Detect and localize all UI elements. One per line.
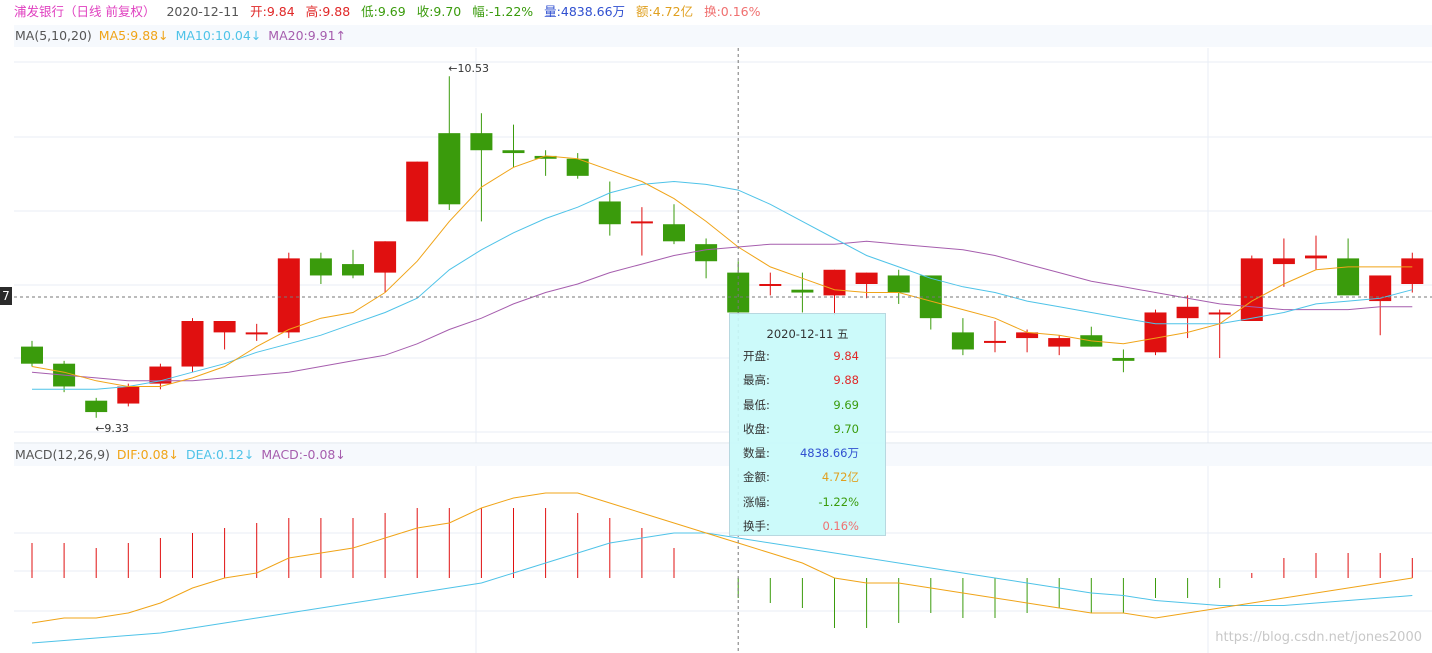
tooltip-label: 最高: [743,373,770,388]
candle-body [1144,312,1167,353]
candle-body [1240,258,1263,321]
dea-line [31,532,1413,644]
tooltip-label: 最低: [743,397,770,412]
dea-legend: DEA:0.12↓ [185,447,255,462]
candle-body [406,161,429,222]
watermark: https://blog.csdn.net/jones2000 [1215,630,1422,645]
candle-body [1048,338,1071,347]
candle-body [470,133,493,151]
tooltip-label: 数量: [743,446,770,461]
candle-body [502,150,525,154]
tooltip-row-low: 最低: 9.69 [730,393,885,417]
candle-body [438,133,461,205]
ma10-legend: MA10:10.04↓ [175,28,262,43]
stock-name: 浦发银行（日线 前复权） [14,4,156,19]
candle-body [598,201,621,225]
tooltip-value: 9.84 [833,349,859,363]
quote-open: 开:9.84 [250,4,295,19]
quote-date: 2020-12-11 [166,4,240,19]
candle-body [117,386,140,404]
tooltip-label: 换手: [743,519,770,534]
low-annotation: ←9.33 [95,422,129,435]
tooltip-row-turnover: 换手: 0.16% [730,514,885,538]
candle-body [1272,258,1295,265]
macd-value-legend: MACD:-0.08↓ [261,447,346,462]
ma20-line [31,240,1413,382]
tooltip-value: 4838.66万 [799,446,859,461]
tooltip-value: -1.22% [818,494,859,509]
candle-body [309,258,332,276]
price-axis-marker: 7 [0,287,12,305]
quote-low: 低:9.69 [361,4,406,19]
candle-body [277,258,300,333]
candle-body [791,289,814,293]
macd-legend-label: MACD(12,26,9) [15,447,110,462]
tooltip-value: 4.72亿 [821,470,859,485]
ma-legend: MA(5,10,20) MA5:9.88↓ MA10:10.04↓ MA20:9… [14,25,1432,47]
candle-body [887,275,910,293]
tooltip-label: 开盘: [743,349,770,363]
high-annotation: ←10.53 [448,62,489,75]
candle-body [1305,255,1327,259]
candle-body [951,332,974,350]
tooltip-value: 0.16% [822,519,859,534]
stock-chart[interactable]: ←10.53 ←9.33 [0,0,1432,653]
ma5-legend: MA5:9.88↓ [98,28,169,43]
candle-body [1112,358,1135,361]
quote-amount: 额:4.72亿 [636,4,694,19]
candle-body [984,340,1006,343]
tooltip-row-change: 涨幅: -1.22% [730,490,885,514]
quote-change: 幅:-1.22% [472,4,534,19]
candle-body [1176,306,1199,319]
candle-body [245,332,268,335]
candle-body [630,221,653,224]
candle-body [663,224,685,242]
candle-body [85,400,108,413]
dif-line [31,492,1413,624]
tooltip-value: 9.69 [833,397,859,412]
quote-turnover: 换:0.16% [704,4,761,19]
candle-body [342,264,364,276]
tooltip-row-close: 收盘: 9.70 [730,417,885,441]
candle-body [1401,258,1424,284]
tooltip-label: 涨幅: [743,494,770,509]
tooltip-row-amount: 金额: 4.72亿 [730,465,885,489]
dif-legend: DIF:0.08↓ [116,447,179,462]
tooltip-label: 金额: [743,470,770,485]
candle-body [695,244,718,262]
macd-legend: MACD(12,26,9) DIF:0.08↓ DEA:0.12↓ MACD:-… [14,444,1432,466]
candle-body [181,321,204,367]
candle-body [213,321,236,333]
tooltip-row-open: 开盘: 9.84 [730,344,885,368]
tooltip-value: 9.70 [833,421,859,436]
candle-body [1208,312,1231,315]
ma5-line [31,155,1413,387]
tooltip-date: 2020-12-11 五 [766,327,849,341]
candle-body [21,346,43,364]
quote-volume: 量:4838.66万 [544,4,626,19]
crosshair-tooltip: 2020-12-11 五 开盘: 9.84 最高: 9.88 最低: 9.69 … [729,313,886,536]
tooltip-row-high: 最高: 9.88 [730,368,885,392]
quote-header: 浦发银行（日线 前复权） 2020-12-11 开:9.84 高:9.88 低:… [0,0,1432,24]
tooltip-label: 收盘: [743,421,770,436]
ma-legend-label: MA(5,10,20) [15,28,92,43]
tooltip-value: 9.88 [833,373,859,388]
ma20-legend: MA20:9.91↑ [268,28,347,43]
quote-close: 收:9.70 [416,4,462,19]
candle-body [374,241,397,273]
candle-body [823,269,846,296]
candle-body [759,284,782,286]
quote-high: 高:9.88 [305,4,351,19]
tooltip-row-volume: 数量: 4838.66万 [730,441,885,465]
candle-body [855,272,878,284]
candle-body [1337,258,1360,296]
